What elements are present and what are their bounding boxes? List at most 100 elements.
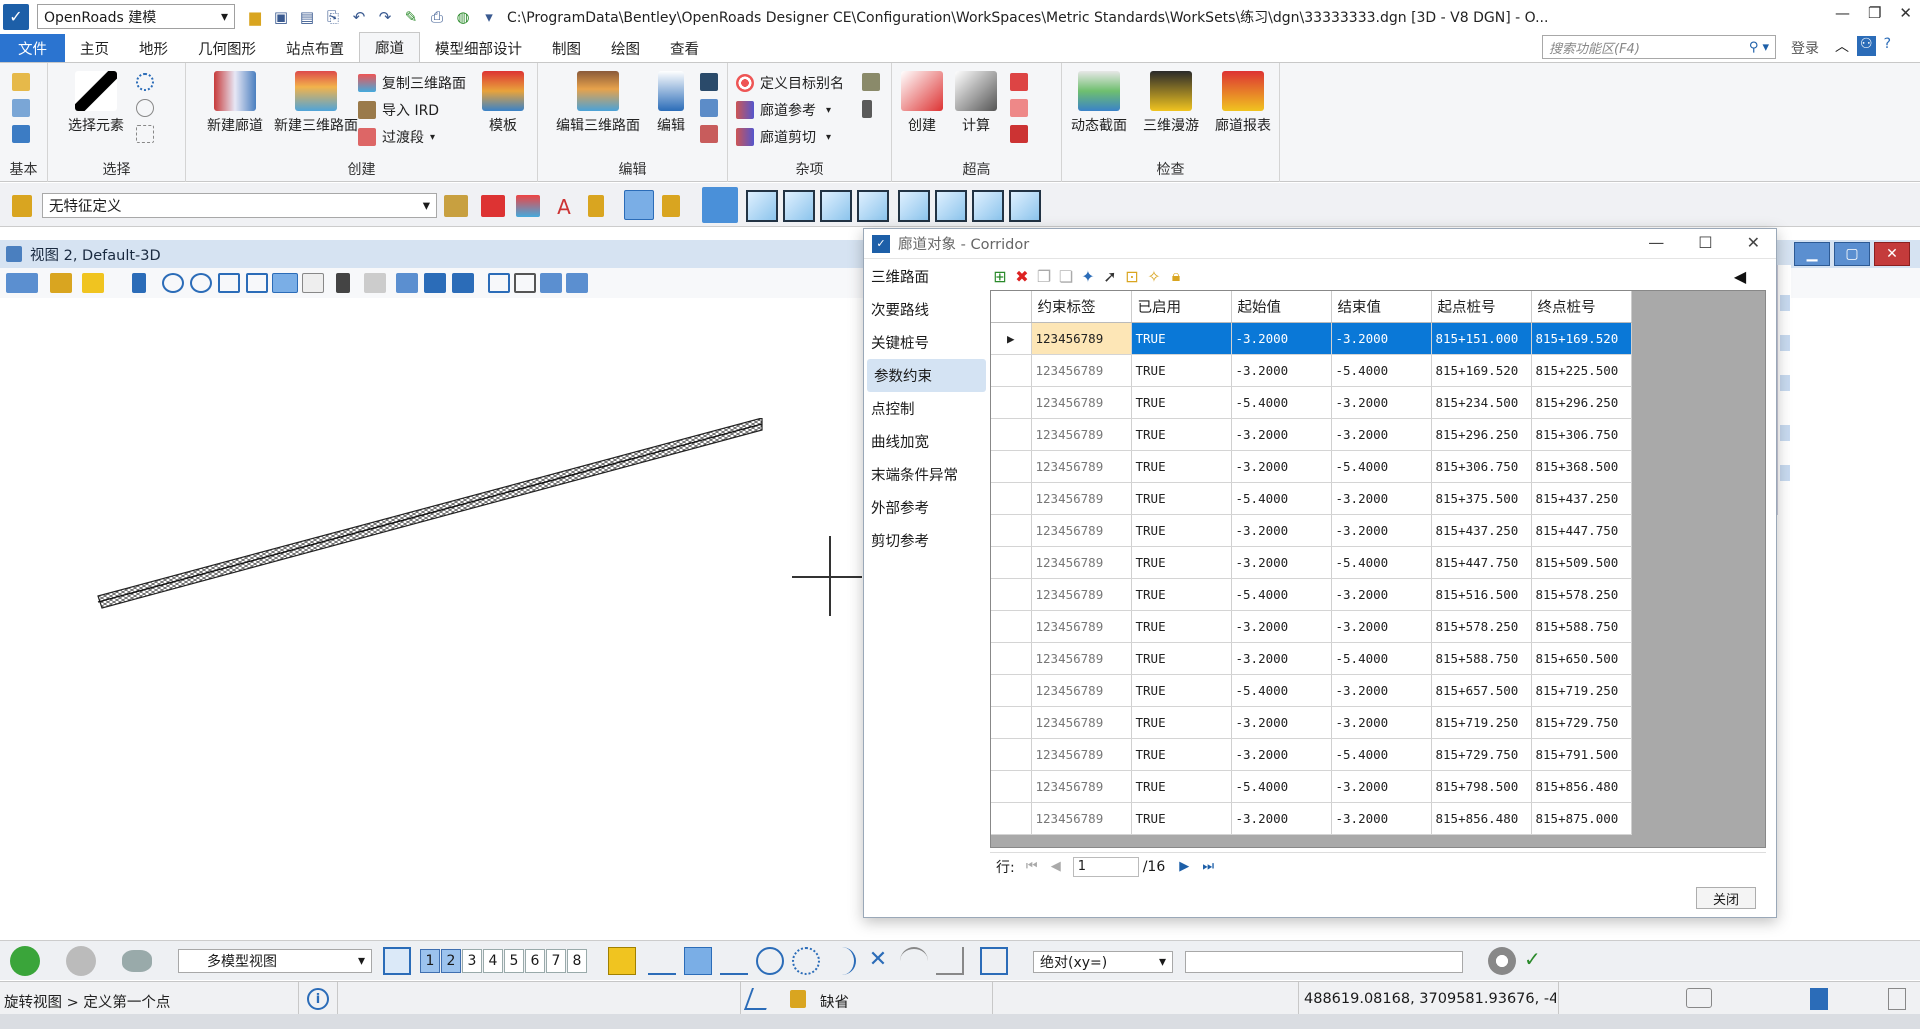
snap-toggle-icon[interactable]	[608, 947, 636, 975]
redo-icon[interactable]: ↷	[375, 7, 395, 27]
user-icon[interactable]: ⚇	[1857, 36, 1876, 56]
nav-external-references[interactable]: 外部参考	[864, 491, 989, 524]
cell-en[interactable]: TRUE	[1131, 802, 1232, 835]
cube-back-icon[interactable]	[935, 190, 967, 222]
cell-tag[interactable]: 123456789	[1031, 642, 1132, 675]
cell-en[interactable]: TRUE	[1131, 354, 1232, 387]
create-superelevation-button[interactable]: 创建	[900, 71, 944, 135]
table-row[interactable]: 123456789 TRUE -3.2000 -5.4000 815+729.750 81…	[991, 738, 1632, 771]
cell-tag[interactable]: 123456789	[1031, 322, 1132, 355]
table-row[interactable]: 123456789 TRUE -5.4000 -3.2000 815+798.500 81…	[991, 770, 1632, 803]
snap-keypoint-icon[interactable]	[648, 947, 676, 975]
cell-ev[interactable]: -5.4000	[1331, 546, 1432, 579]
copy-template-drop-button[interactable]: 复制三维路面	[358, 73, 466, 93]
table-row[interactable]: 123456789 TRUE -5.4000 -3.2000 815+657.500 81…	[991, 674, 1632, 707]
tab-site-layout[interactable]: 站点布置	[271, 34, 359, 62]
transition-button[interactable]: 过渡段 ▾	[358, 127, 435, 147]
cell-en[interactable]: TRUE	[1131, 770, 1232, 803]
cube-bottom-icon[interactable]	[898, 190, 930, 222]
import-ird-button[interactable]: 导入 IRD	[358, 100, 439, 120]
view-button-2[interactable]: 2	[441, 949, 461, 973]
view-button-6[interactable]: 6	[525, 949, 545, 973]
cell-en[interactable]: TRUE	[1131, 514, 1232, 547]
cell-tag[interactable]: 123456789	[1031, 386, 1132, 419]
cell-tag[interactable]: 123456789	[1031, 450, 1132, 483]
cell-ss[interactable]: 815+729.750	[1431, 738, 1532, 771]
table-row[interactable]: 123456789 TRUE -3.2000 -3.2000 815+437.250 81…	[991, 514, 1632, 547]
tab-corridors[interactable]: 廊道	[359, 32, 420, 62]
page-input[interactable]: 1	[1072, 856, 1139, 877]
table-row[interactable]: 123456789 TRUE -3.2000 -5.4000 815+588.750 81…	[991, 642, 1632, 675]
column-header-enabled[interactable]: 已启用	[1131, 291, 1232, 323]
explorer-icon[interactable]	[12, 73, 30, 91]
cell-tag[interactable]: 123456789	[1031, 802, 1132, 835]
window-area-icon[interactable]	[218, 273, 240, 293]
collapse-ribbon-icon[interactable]: ︿	[1835, 36, 1849, 56]
side-tab-1[interactable]	[1780, 295, 1790, 311]
view-button-8[interactable]: 8	[567, 949, 587, 973]
cell-es[interactable]: 815+791.500	[1531, 738, 1632, 771]
delete-row-icon[interactable]: ✖	[1013, 267, 1031, 286]
pick-icon[interactable]: ✦	[1079, 267, 1097, 286]
cell-ss[interactable]: 815+296.250	[1431, 418, 1532, 451]
super-tool-3-icon[interactable]	[1010, 125, 1028, 143]
tab-terrain[interactable]: 地形	[124, 34, 183, 62]
snap-nearest-icon[interactable]	[684, 947, 712, 975]
nav-template-drops[interactable]: 三维路面	[864, 260, 989, 293]
dialog-close-icon[interactable]: ✕	[1747, 233, 1760, 252]
cell-ss[interactable]: 815+657.500	[1431, 674, 1532, 707]
row-header[interactable]	[991, 354, 1032, 387]
view-button-7[interactable]: 7	[546, 949, 566, 973]
table-row[interactable]: 123456789 TRUE -5.4000 -3.2000 815+516.500 81…	[991, 578, 1632, 611]
row-header[interactable]	[991, 482, 1032, 515]
tab-home[interactable]: 主页	[65, 34, 124, 62]
table-row[interactable]: 123456789 TRUE -3.2000 -3.2000 815+578.250 81…	[991, 610, 1632, 643]
cell-tag[interactable]: 123456789	[1031, 354, 1132, 387]
model-view-select[interactable]: 多模型视图 ▾	[178, 949, 372, 973]
cell-sv[interactable]: -5.4000	[1231, 578, 1332, 611]
cell-sv[interactable]: -5.4000	[1231, 482, 1332, 515]
model-status-icon[interactable]	[1810, 988, 1828, 1010]
misc-tool-1-icon[interactable]	[862, 73, 880, 91]
cell-sv[interactable]: -3.2000	[1231, 642, 1332, 675]
corridor-reference-button[interactable]: 廊道参考 ▾	[736, 100, 831, 120]
3d-drive-button[interactable]: 三维漫游	[1136, 71, 1206, 135]
zoom-out-icon[interactable]	[190, 273, 212, 293]
view-attributes-icon[interactable]	[6, 273, 38, 293]
snap-center-icon[interactable]	[756, 947, 784, 975]
notes-icon[interactable]	[1686, 988, 1712, 1008]
template-button[interactable]: 模板	[480, 71, 526, 135]
cell-en[interactable]: TRUE	[1131, 482, 1232, 515]
close-icon[interactable]: ✕	[1899, 4, 1912, 22]
walk-icon[interactable]	[336, 273, 350, 293]
row-header[interactable]	[991, 706, 1032, 739]
cell-ev[interactable]: -5.4000	[1331, 738, 1432, 771]
first-page-icon[interactable]: ⏮	[1023, 859, 1041, 874]
active-level[interactable]: 缺省	[820, 991, 849, 1012]
dialog-title-bar[interactable]: ✓ 廊道对象 - Corridor — ☐ ✕	[864, 229, 1776, 259]
feature-definition-select[interactable]: 无特征定义 ▾	[42, 193, 437, 218]
dialog-minimize-icon[interactable]: —	[1648, 233, 1664, 252]
edit-tool-3-icon[interactable]	[700, 125, 718, 143]
cell-tag[interactable]: 123456789	[1031, 770, 1132, 803]
row-header[interactable]	[991, 450, 1032, 483]
login-link[interactable]: 登录	[1791, 38, 1819, 58]
super-tool-2-icon[interactable]	[1010, 99, 1028, 117]
last-page-icon[interactable]: ⏭	[1199, 859, 1217, 874]
view-forward-icon[interactable]	[452, 273, 474, 293]
cell-es[interactable]: 815+437.250	[1531, 482, 1632, 515]
view-close-icon[interactable]: ✕	[1874, 242, 1910, 266]
snap-perpendicular-icon[interactable]	[936, 947, 964, 975]
table-row[interactable]: 123456789 TRUE -3.2000 -5.4000 815+169.520 81…	[991, 354, 1632, 387]
select-cursor-icon[interactable]: ➚	[1101, 267, 1119, 286]
tab-file[interactable]: 文件	[0, 34, 65, 62]
check-icon[interactable]: ✓	[1524, 947, 1552, 975]
dynamic-section-button[interactable]: 动态截面	[1064, 71, 1134, 135]
edit-template-drop-button[interactable]: 编辑三维路面	[546, 71, 650, 135]
side-tab-2[interactable]	[1780, 335, 1790, 351]
nav-clipping-references[interactable]: 剪切参考	[864, 524, 989, 557]
view-back-icon[interactable]	[424, 273, 446, 293]
select-place-icon[interactable]	[136, 73, 154, 91]
snap-tangent-icon[interactable]	[828, 947, 856, 975]
cell-es[interactable]: 815+875.000	[1531, 802, 1632, 835]
